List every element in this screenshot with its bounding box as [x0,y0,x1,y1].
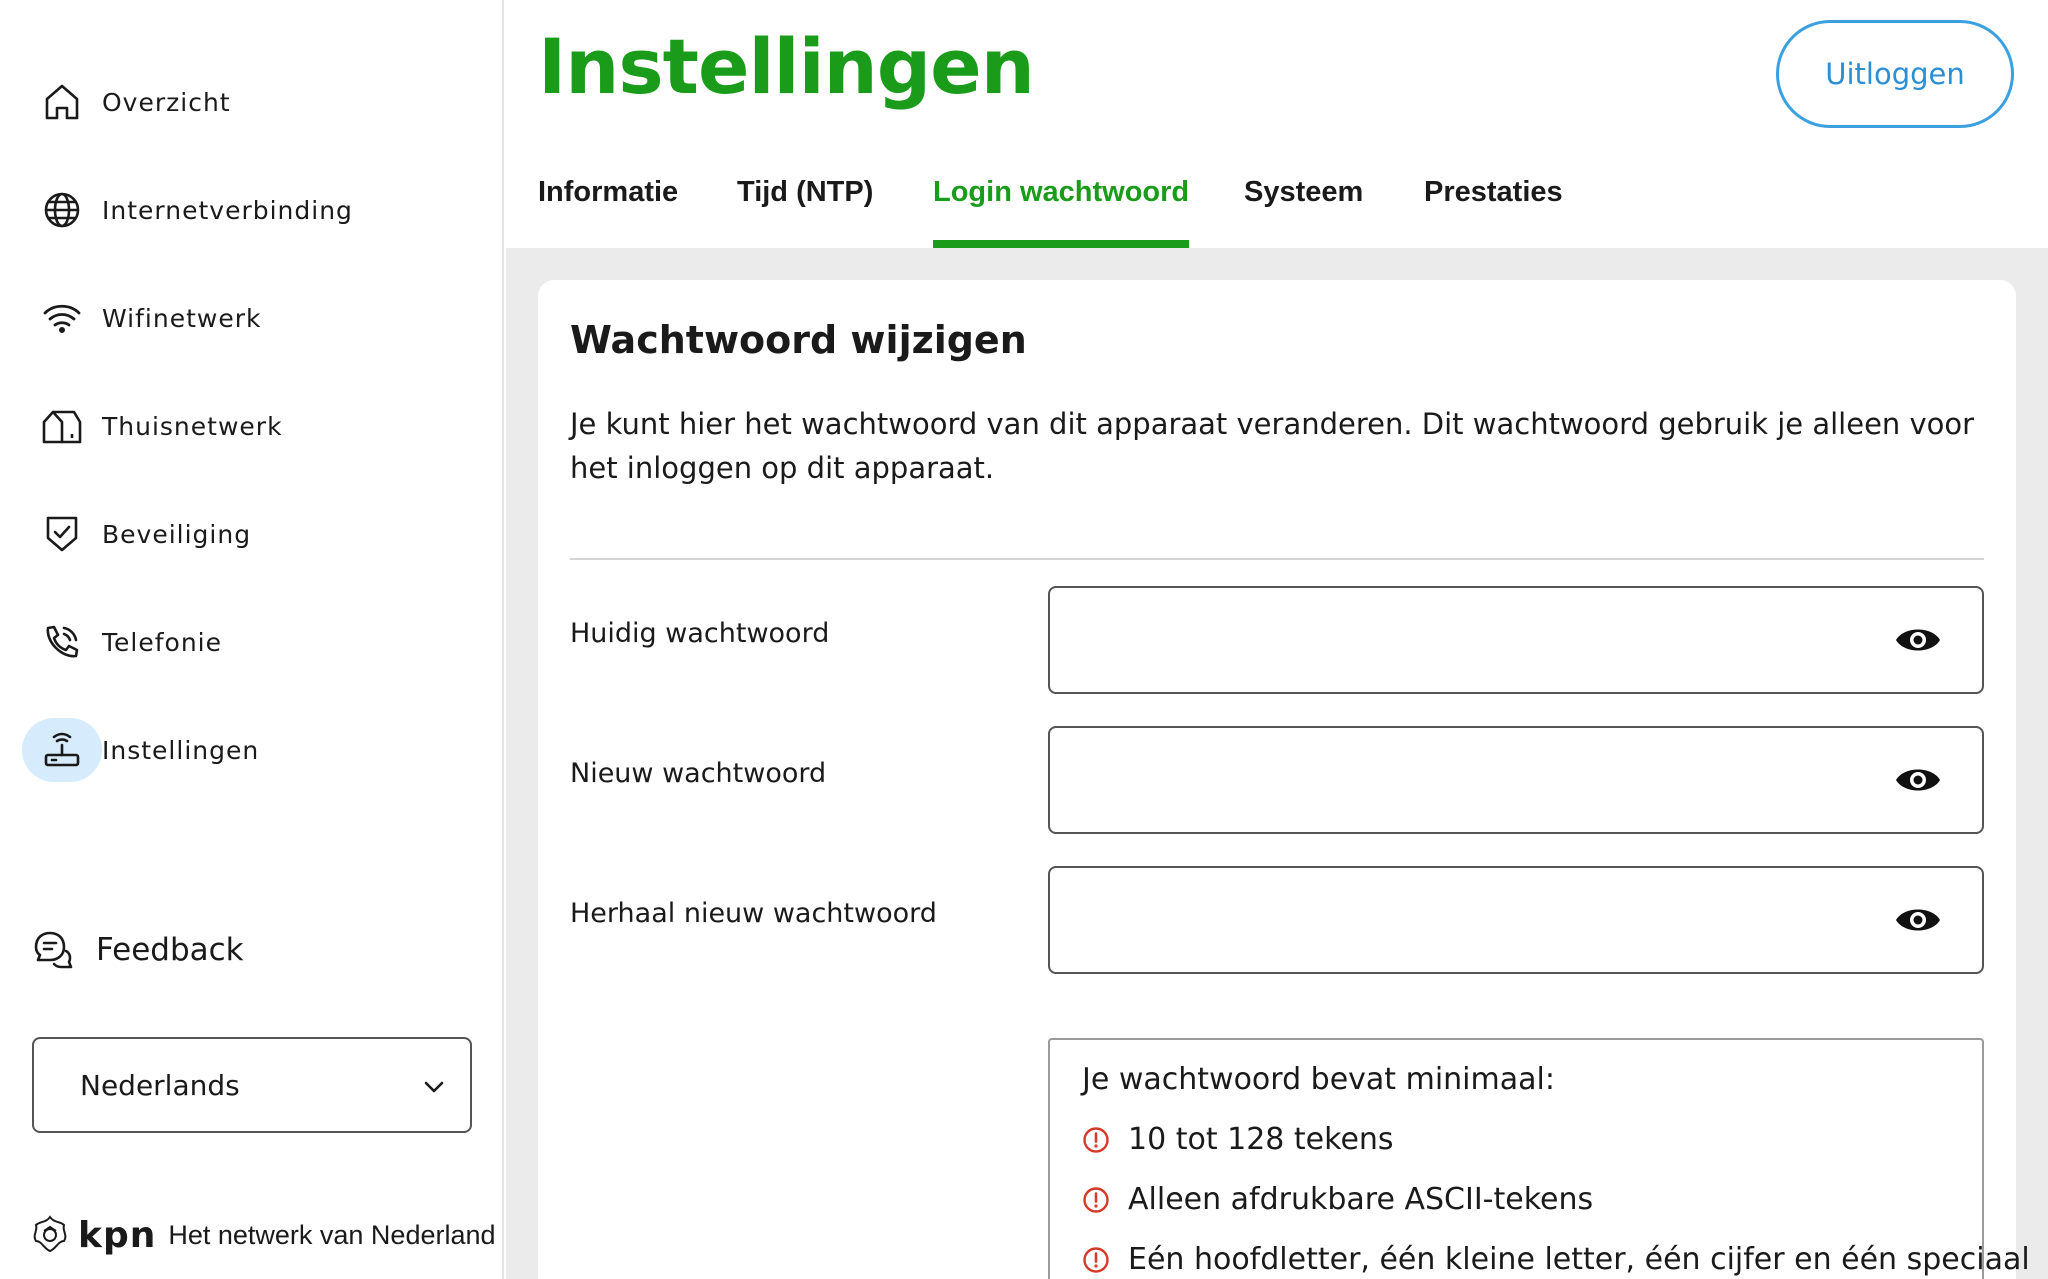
repeat-password-label: Herhaal nieuw wachtwoord [570,898,937,929]
main-content: Wachtwoord wijzigen Je kunt hier het wac… [506,248,2048,1279]
warning-circle-icon [1083,1186,1109,1213]
tab-tijd-ntp[interactable]: Tijd (NTP) [737,176,873,248]
repeat-password-input[interactable] [1070,868,1890,968]
page-title: Instellingen [538,22,1035,111]
logout-button[interactable]: Uitloggen [1776,20,2014,128]
sidebar-item-label: Wifinetwerk [102,303,262,333]
tab-systeem[interactable]: Systeem [1244,176,1363,248]
new-password-input[interactable] [1070,728,1890,828]
phone-icon [22,610,102,674]
current-password-input[interactable] [1070,588,1890,688]
tab-login-wachtwoord[interactable]: Login wachtwoord [933,176,1190,248]
house-network-icon [22,394,102,458]
sidebar-item-overzicht[interactable]: Overzicht [0,62,504,142]
sidebar-item-label: Overzicht [102,87,231,117]
chevron-down-icon [424,1081,444,1093]
tab-prestaties[interactable]: Prestaties [1424,176,1563,248]
wifi-icon [22,286,102,350]
feedback-label: Feedback [96,932,244,968]
sidebar-item-label: Thuisnetwerk [102,411,283,441]
warning-circle-icon [1083,1126,1109,1153]
divider [570,558,1984,560]
brand-logo-text: kpn [78,1214,157,1256]
show-password-eye-icon[interactable] [1894,618,1942,662]
router-icon [22,718,102,782]
language-selected-value: Nederlands [80,1068,240,1102]
sidebar-item-instellingen[interactable]: Instellingen [0,710,504,790]
warning-circle-icon [1083,1246,1109,1273]
kpn-crown-logo-icon [33,1215,67,1253]
language-select[interactable]: Nederlands [32,1037,472,1133]
current-password-field[interactable] [1048,586,1984,694]
sidebar-item-beveiliging[interactable]: Beveiliging [0,494,504,574]
requirement-item: Eén hoofdletter, één kleine letter, één … [1082,1242,2030,1277]
sidebar-item-label: Telefonie [102,627,222,657]
sidebar-item-wifinetwerk[interactable]: Wifinetwerk [0,278,504,358]
new-password-field[interactable] [1048,726,1984,834]
show-password-eye-icon[interactable] [1894,758,1942,802]
header: Instellingen Uitloggen Informatie Tijd (… [506,0,2048,248]
current-password-label: Huidig wachtwoord [570,618,830,649]
requirement-item: 10 tot 128 tekens [1082,1122,1394,1157]
card-title: Wachtwoord wijzigen [570,318,1027,362]
feedback-icon [34,931,73,969]
brand-tagline: Het netwerk van Nederland [168,1219,496,1250]
brand-footer: kpn Het netwerk van Nederland [28,1210,496,1260]
sidebar-item-internetverbinding[interactable]: Internetverbinding [0,170,504,250]
password-card: Wachtwoord wijzigen Je kunt hier het wac… [538,280,2030,1279]
requirement-item: Alleen afdrukbare ASCII-tekens [1082,1182,1593,1217]
card-description: Je kunt hier het wachtwoord van dit appa… [570,407,1975,485]
sidebar-item-telefonie[interactable]: Telefonie [0,602,504,682]
tab-informatie[interactable]: Informatie [538,176,678,248]
feedback-link[interactable]: Feedback [30,912,470,988]
sidebar: Overzicht Internetverbinding Wifinetwerk [0,0,504,1279]
requirements-title: Je wachtwoord bevat minimaal: [1082,1062,1555,1097]
sidebar-item-label: Internetverbinding [102,195,353,225]
sidebar-item-label: Instellingen [102,735,260,765]
requirement-text: Eén hoofdletter, één kleine letter, één … [1128,1242,2030,1277]
sidebar-item-thuisnetwerk[interactable]: Thuisnetwerk [0,386,504,466]
requirement-text: Alleen afdrukbare ASCII-tekens [1128,1182,1594,1217]
new-password-label: Nieuw wachtwoord [570,758,827,789]
sidebar-item-label: Beveiliging [102,519,252,549]
shield-check-icon [22,502,102,566]
repeat-password-field[interactable] [1048,866,1984,974]
password-requirements: Je wachtwoord bevat minimaal: 10 tot 128… [1048,1038,2030,1279]
show-password-eye-icon[interactable] [1894,898,1942,942]
globe-icon [22,178,102,242]
requirement-text: 10 tot 128 tekens [1128,1122,1394,1157]
home-icon [22,70,102,134]
